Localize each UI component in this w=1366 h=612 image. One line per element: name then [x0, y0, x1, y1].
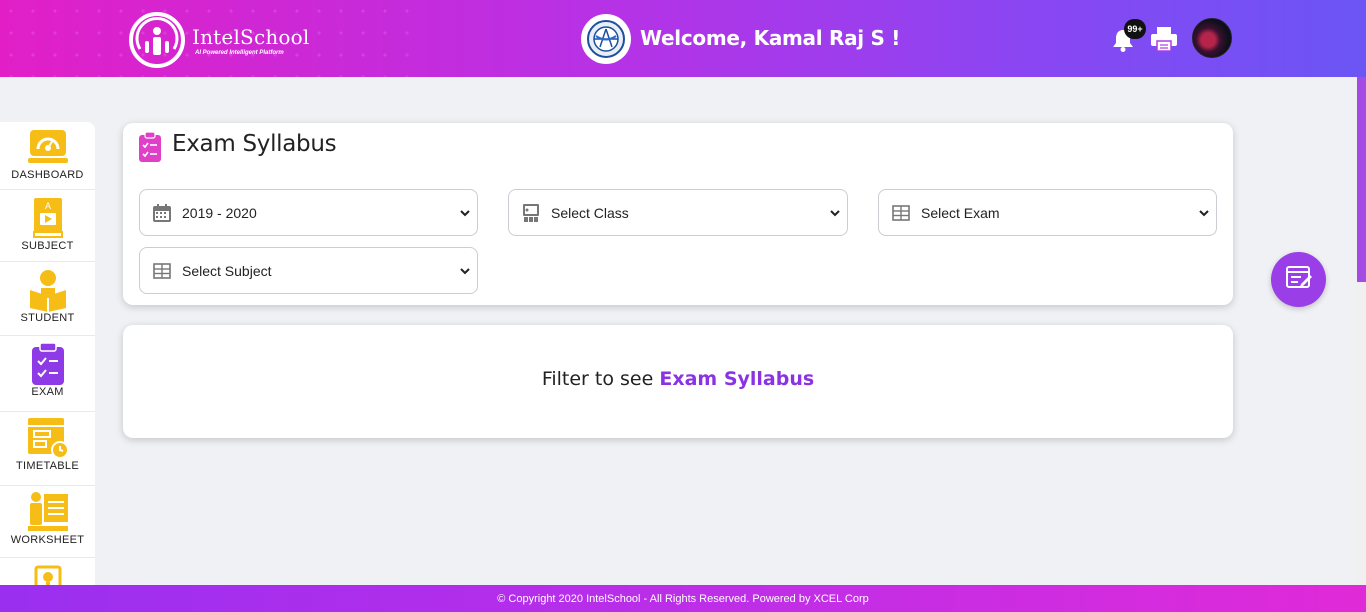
edit-note-icon: [1284, 262, 1314, 297]
empty-state-highlight: Exam Syllabus: [659, 368, 815, 390]
sidebar-item-student[interactable]: STUDENT: [0, 262, 95, 336]
academic-year-value: 2019 - 2020: [182, 204, 257, 221]
page-scrollbar-thumb[interactable]: [1357, 77, 1366, 282]
top-header: IntelSchool AI Powered Intelligent Platf…: [0, 0, 1366, 77]
printer-icon[interactable]: [1149, 24, 1179, 54]
student-icon: [26, 268, 70, 312]
sidebar-item-label: EXAM: [31, 386, 64, 398]
table-icon: [152, 261, 172, 281]
exam-select-value: Select Exam: [921, 204, 1000, 221]
calendar-icon: [152, 203, 172, 223]
syllabus-results-card: Filter to see Exam Syllabus: [123, 325, 1233, 438]
welcome-message: Welcome, Kamal Raj S !: [640, 26, 901, 50]
timetable-icon: [26, 416, 70, 460]
logo-tagline: AI Powered Intelligent Platform: [195, 49, 284, 56]
classroom-icon: [521, 203, 541, 223]
worksheet-icon: [26, 490, 70, 534]
notification-count-badge: 99+: [1124, 19, 1146, 39]
academic-year-select[interactable]: 2019 - 2020: [139, 189, 478, 236]
subject-select-value: Select Subject: [182, 262, 272, 279]
sidebar-item-subject[interactable]: A SUBJECT: [0, 190, 95, 262]
sidebar-item-label: TIMETABLE: [15, 460, 79, 472]
user-avatar[interactable]: [1192, 18, 1232, 58]
sidebar-item-exam[interactable]: EXAM: [0, 336, 95, 412]
clipboard-checklist-icon: [138, 131, 162, 168]
svg-text:A: A: [44, 201, 50, 211]
exam-icon: [26, 342, 70, 386]
intelschool-logo[interactable]: IntelSchool AI Powered Intelligent Platf…: [128, 11, 310, 69]
sidebar-item-timetable[interactable]: TIMETABLE: [0, 412, 95, 486]
class-select-value: Select Class: [551, 204, 629, 221]
subject-select[interactable]: Select Subject: [139, 247, 478, 294]
class-select[interactable]: Select Class: [508, 189, 848, 236]
logo-name: IntelSchool: [192, 24, 310, 49]
edit-note-fab-button[interactable]: [1271, 252, 1326, 307]
subject-icon: A: [26, 196, 70, 240]
sidebar-item-label: SUBJECT: [21, 240, 74, 252]
sidebar-item-worksheet[interactable]: WORKSHEET: [0, 486, 95, 558]
idea-icon: [26, 564, 70, 585]
footer: © Copyright 2020 IntelSchool - All Right…: [0, 585, 1366, 612]
chevron-down-icon: [1198, 206, 1210, 218]
sidebar-item-label: WORKSHEET: [10, 534, 85, 546]
empty-state-prefix: Filter to see: [541, 368, 654, 390]
chevron-down-icon: [829, 206, 841, 218]
chevron-down-icon: [459, 264, 471, 276]
school-emblem: [581, 14, 631, 64]
page-title: Exam Syllabus: [172, 131, 337, 157]
footer-copyright: © Copyright 2020 IntelSchool - All Right…: [497, 592, 869, 605]
dashboard-icon: [26, 125, 70, 169]
exam-select[interactable]: Select Exam: [878, 189, 1217, 236]
sidebar-item-label: STUDENT: [20, 312, 75, 324]
sidebar-item-label: DASHBOARD: [11, 169, 84, 181]
sidebar-nav: DASHBOARD A SUBJECT STUDENT EXAM TIMETAB…: [0, 122, 95, 585]
logo-mark-icon: [128, 11, 186, 69]
empty-state-message: Filter to see Exam Syllabus: [123, 368, 1233, 390]
sidebar-item-dashboard[interactable]: DASHBOARD: [0, 122, 95, 190]
sidebar-item-more[interactable]: [0, 558, 95, 585]
table-icon: [891, 203, 911, 223]
chevron-down-icon: [459, 206, 471, 218]
